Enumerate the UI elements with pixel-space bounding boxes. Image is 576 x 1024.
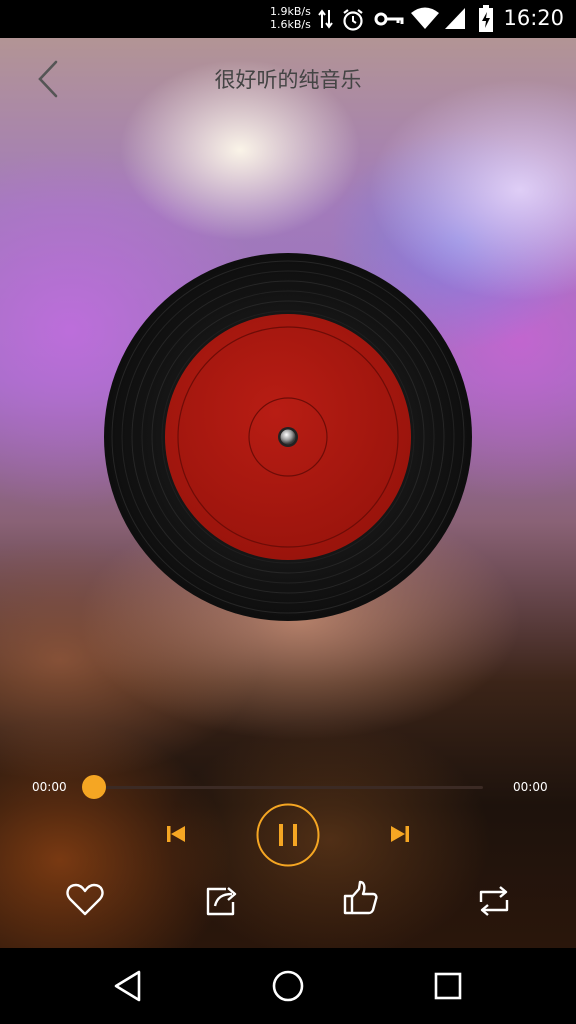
- total-time: 00:00: [513, 780, 548, 794]
- nav-recents-button[interactable]: [430, 968, 466, 1004]
- repeat-button[interactable]: [474, 881, 514, 921]
- status-clock: 16:20: [503, 6, 564, 30]
- download-speed: 1.6kB/s: [270, 18, 311, 31]
- signal-icon: [445, 8, 465, 29]
- seek-bar[interactable]: [94, 786, 483, 789]
- heart-icon: [66, 883, 104, 916]
- recents-square-icon: [434, 972, 462, 1000]
- repeat-icon: [479, 886, 509, 916]
- status-bar: 1.9kB/s 1.6kB/s 16:20: [0, 0, 576, 38]
- share-icon: [206, 887, 237, 916]
- skip-previous-icon: [167, 826, 185, 842]
- data-transfer-icon: [318, 9, 333, 29]
- upload-speed: 1.9kB/s: [270, 5, 311, 18]
- system-navigation-bar: [0, 948, 576, 1024]
- battery-charging-icon: [479, 5, 493, 32]
- favorite-button[interactable]: [64, 880, 106, 920]
- share-button[interactable]: [202, 880, 242, 920]
- next-button[interactable]: [384, 818, 416, 850]
- home-circle-icon: [272, 970, 304, 1002]
- vinyl-record-artwork: [104, 253, 472, 621]
- current-time: 00:00: [32, 780, 67, 794]
- thumbs-up-icon: [343, 880, 378, 915]
- vpn-key-icon: [374, 12, 404, 26]
- previous-button[interactable]: [160, 818, 192, 850]
- like-button[interactable]: [340, 879, 380, 919]
- wifi-icon: [411, 7, 439, 29]
- nav-home-button[interactable]: [270, 968, 306, 1004]
- alarm-icon: [343, 9, 363, 31]
- seek-thumb[interactable]: [82, 775, 106, 799]
- pause-icon: [256, 803, 320, 867]
- page-title: 很好听的纯音乐: [214, 68, 362, 92]
- back-triangle-icon: [114, 970, 141, 1002]
- network-speed: 1.9kB/s 1.6kB/s: [270, 5, 311, 31]
- music-player-screen: 1.9kB/s 1.6kB/s 16:20 很好听的纯音乐 00:00 00:0…: [0, 0, 576, 1024]
- play-pause-button[interactable]: [256, 803, 320, 867]
- nav-back-button[interactable]: [110, 968, 146, 1004]
- skip-next-icon: [391, 826, 409, 842]
